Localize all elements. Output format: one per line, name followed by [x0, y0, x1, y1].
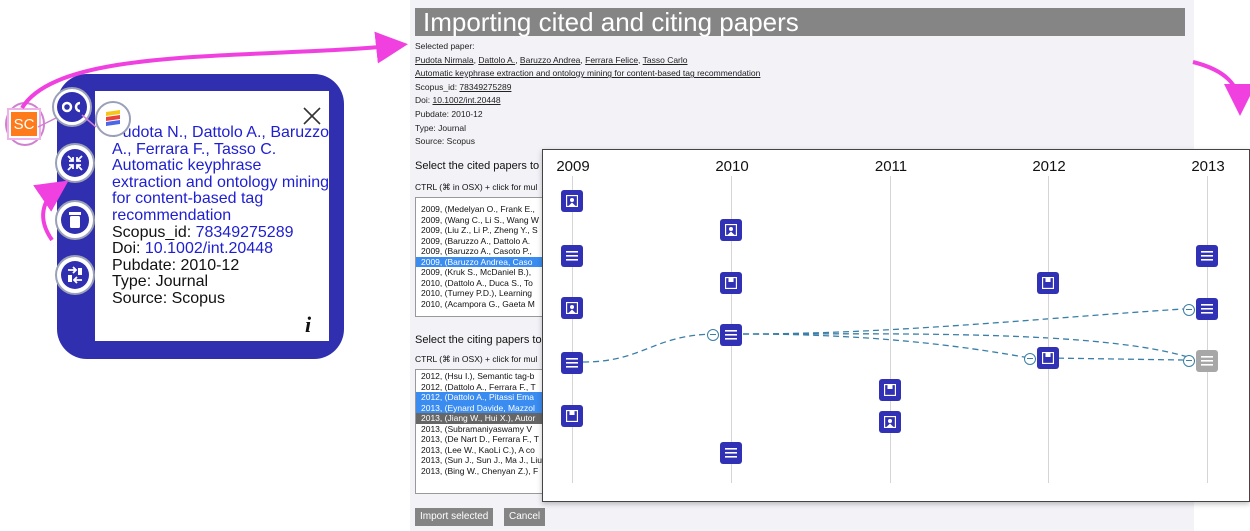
paper-node-chapter[interactable]: [561, 297, 583, 319]
year-label: 2011: [874, 158, 908, 175]
paper-node-journal[interactable]: [561, 352, 583, 374]
list-item-selected[interactable]: 2009, (Baruzzo Andrea, Caso: [416, 256, 554, 267]
paper-node-selected[interactable]: [720, 324, 742, 346]
list-item[interactable]: 2013, (Subramaniyaswamy V: [416, 424, 554, 435]
list-item-selected[interactable]: 2012, (Dattolo A., Pitassi Ema: [416, 392, 554, 403]
author-link[interactable]: Dattolo A.: [478, 55, 515, 65]
year-gridline: [1207, 176, 1208, 483]
author-link[interactable]: Baruzzo Andrea: [520, 55, 580, 65]
swap-icon[interactable]: [55, 255, 95, 295]
timeline-links: [582, 308, 1192, 363]
authors-links: Pudota Nirmala, Dattolo A., Baruzzo Andr…: [415, 54, 688, 65]
type-line: Type: Journal: [415, 122, 467, 133]
paper-node-chapter[interactable]: [561, 190, 583, 212]
citing-listbox[interactable]: 2012, (Hsu I.), Semantic tag-b 2012, (Da…: [415, 369, 555, 494]
card-scopus: Scopus_id: 78349275289: [112, 223, 294, 241]
doi-link[interactable]: 10.1002/int.20448: [432, 95, 500, 105]
shrink-icon[interactable]: [55, 143, 95, 183]
list-item[interactable]: 2009, (Wang C., Li S., Wang W: [416, 215, 554, 226]
source-line: Source: Scopus: [415, 136, 476, 147]
link-handle[interactable]: [707, 329, 719, 341]
list-item[interactable]: 2009, (Baruzzo A., Dattolo A.: [416, 236, 554, 247]
link-handle[interactable]: [1024, 353, 1036, 365]
list-item[interactable]: 2009, (Medelyan O., Frank E.,: [416, 204, 554, 215]
info-icon[interactable]: i: [305, 312, 311, 338]
year-gridline: [890, 176, 891, 483]
cited-section-title: Select the cited papers to: [415, 160, 540, 172]
paper-node-chapter[interactable]: [720, 219, 742, 241]
list-item[interactable]: 2013, (Lee W., KaoLi C.), A co: [416, 445, 554, 456]
doi-line: Doi: 10.1002/int.20448: [415, 95, 501, 106]
paper-node-journal[interactable]: [720, 442, 742, 464]
paper-node-conference[interactable]: [879, 379, 901, 401]
list-item[interactable]: 2012, (Dattolo A., Ferrara F., T: [416, 382, 554, 393]
oc-icon[interactable]: [52, 87, 92, 127]
selected-paper-meta: Selected paper: Pudota Nirmala, Dattolo …: [415, 40, 760, 149]
close-icon[interactable]: [302, 106, 322, 126]
paper-node-conference[interactable]: [1037, 272, 1059, 294]
timeline-view[interactable]: 2009 2010 2011 2012 2013: [542, 149, 1250, 502]
paper-title-link[interactable]: Automatic keyphrase extraction and ontol…: [415, 68, 760, 78]
list-item[interactable]: 2012, (Hsu I.), Semantic tag-b: [416, 371, 554, 382]
year-label: 2013: [1191, 158, 1225, 175]
year-gridline: [572, 176, 573, 483]
list-item-selected[interactable]: 2013, (Eynard Davide, Mazzol: [416, 402, 554, 413]
panel-title: Importing cited and citing papers: [415, 8, 1185, 36]
paper-node-conference[interactable]: [720, 272, 742, 294]
year-label: 2009: [556, 158, 590, 175]
cited-listbox[interactable]: 2009, (Medelyan O., Frank E., 2009, (Wan…: [415, 197, 555, 317]
list-item[interactable]: 2013, (De Nart D., Ferrara F., T: [416, 434, 554, 445]
paper-node-conference[interactable]: [561, 405, 583, 427]
card-pubdate: Pubdate: 2010-12: [112, 256, 240, 274]
author-link[interactable]: Ferrara Felice: [585, 55, 638, 65]
import-selected-button[interactable]: Import selected: [415, 508, 494, 526]
pubdate-line: Pubdate: 2010-12: [415, 108, 483, 119]
paper-card-text: Pudota N., Dattolo A., Baruzzo A., Ferra…: [112, 124, 332, 308]
citing-section-title: Select the citing papers to: [415, 334, 542, 346]
author-link[interactable]: Pudota Nirmala: [415, 55, 474, 65]
year-gridline: [1048, 176, 1049, 483]
list-item[interactable]: 2009, (Liu Z., Li P., Zheng Y., S: [416, 225, 554, 236]
scopus-line: Scopus_id: 78349275289: [415, 81, 512, 92]
list-item[interactable]: 2013, (Bing W., Chenyan Z.), F: [416, 466, 554, 477]
card-scopus-link[interactable]: 78349275289: [196, 224, 294, 241]
card-authors[interactable]: Pudota N., Dattolo A., Baruzzo A., Ferra…: [112, 124, 332, 158]
scopus-link[interactable]: 78349275289: [459, 82, 511, 92]
paper-node-journal[interactable]: [1196, 245, 1218, 267]
card-doi-link[interactable]: 10.1002/int.20448: [145, 240, 273, 257]
card-source: Source: Scopus: [112, 289, 225, 307]
list-item[interactable]: 2010, (Dattolo A., Duca S., To: [416, 278, 554, 289]
citing-hint: CTRL (⌘ in OSX) + click for mul: [415, 354, 538, 364]
paper-node-journal[interactable]: [1196, 298, 1218, 320]
card-type: Type: Journal: [112, 273, 209, 291]
link-handle[interactable]: [1183, 304, 1195, 316]
list-item[interactable]: 2013, (Sun J., Sun J., Ma J., Liu: [416, 455, 554, 466]
paper-node-journal[interactable]: [561, 245, 583, 267]
cited-hint: CTRL (⌘ in OSX) + click for mul: [415, 182, 538, 192]
card-title[interactable]: Automatic keyphrase extraction and ontol…: [112, 157, 332, 224]
card-doi: Doi: 10.1002/int.20448: [112, 240, 274, 258]
list-item[interactable]: 2010, (Turney P.D.), Learning: [416, 288, 554, 299]
year-label: 2010: [715, 158, 749, 175]
paper-node-chapter[interactable]: [879, 411, 901, 433]
mendeley-icon[interactable]: [95, 101, 131, 137]
paper-node-deselected[interactable]: [1196, 350, 1218, 372]
paper-node-conference[interactable]: [1037, 347, 1059, 369]
link-handle[interactable]: [1183, 355, 1195, 367]
sc-badge[interactable]: SC: [7, 108, 41, 140]
list-item-selected[interactable]: 2013, (Jiang W., Hui X.), Autor: [416, 413, 554, 424]
year-label: 2012: [1032, 158, 1066, 175]
list-item[interactable]: 2010, (Acampora G., Gaeta M: [416, 299, 554, 310]
list-item[interactable]: 2009, (Baruzzo A., Casoto P.,: [416, 246, 554, 257]
cancel-button[interactable]: Cancel: [504, 508, 546, 526]
list-item[interactable]: 2009, (Kruk S., McDaniel B.),: [416, 267, 554, 278]
selected-label: Selected paper:: [415, 41, 475, 51]
trash-icon[interactable]: [55, 200, 95, 240]
author-link[interactable]: Tasso Carlo: [643, 55, 688, 65]
